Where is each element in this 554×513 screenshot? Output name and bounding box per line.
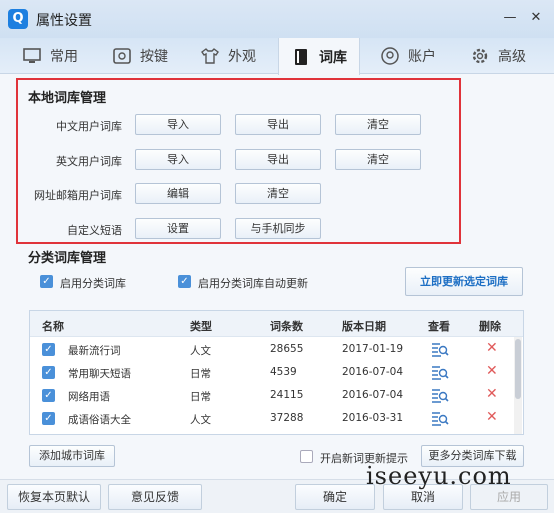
- feedback-button[interactable]: 意见反馈: [108, 484, 202, 510]
- row-checkbox[interactable]: ✓: [42, 343, 55, 356]
- row-type: 人文: [190, 345, 211, 357]
- minimize-button[interactable]: —: [502, 10, 518, 25]
- scroll-thumb[interactable]: [515, 339, 521, 399]
- row-count: 37288: [270, 412, 304, 424]
- row-type: 人文: [190, 414, 211, 426]
- monitor-icon: [23, 48, 41, 63]
- view-icon[interactable]: [431, 365, 449, 380]
- tab-bar: 常用 按键 外观 词库 账户 高级: [0, 38, 554, 75]
- row-label-custom-phrase: 自定义短语: [67, 224, 122, 237]
- row-count: 28655: [270, 343, 304, 355]
- category-table: 名称 类型 词条数 版本日期 查看 删除 ✓ 最新流行词 人文 28655 20…: [29, 310, 524, 435]
- row-label-url-email: 网址邮箱用户词库: [34, 189, 122, 202]
- table-row[interactable]: ✓ 网络用语 日常 24115 2016-07-04 ✕: [30, 384, 510, 407]
- col-view: 查看: [428, 320, 450, 333]
- category-dict-title: 分类词库管理: [28, 251, 107, 266]
- import-english-button[interactable]: 导入: [135, 149, 221, 170]
- enable-category-checkbox[interactable]: ✓: [40, 275, 53, 288]
- row-checkbox[interactable]: ✓: [42, 389, 55, 402]
- export-english-button[interactable]: 导出: [235, 149, 321, 170]
- watermark-text: iseeyu.com: [366, 462, 512, 490]
- tab-label: 账户: [408, 49, 436, 65]
- view-icon[interactable]: [431, 411, 449, 426]
- col-count: 词条数: [270, 320, 303, 333]
- table-header: 名称 类型 词条数 版本日期 查看 删除: [30, 311, 523, 337]
- tab-label: 词库: [319, 49, 347, 66]
- ok-button[interactable]: 确定: [295, 484, 375, 510]
- new-word-tip-checkbox[interactable]: [300, 450, 313, 463]
- delete-icon[interactable]: ✕: [486, 363, 498, 379]
- tab-label: 按键: [140, 49, 168, 65]
- export-chinese-button[interactable]: 导出: [235, 114, 321, 135]
- row-date: 2016-07-04: [342, 389, 404, 401]
- row-name: 成语俗语大全: [68, 414, 131, 426]
- update-now-button[interactable]: 立即更新选定词库: [405, 267, 523, 296]
- col-name: 名称: [42, 320, 64, 333]
- keyboard-icon: [113, 48, 131, 64]
- auto-update-label: 启用分类词库自动更新: [198, 277, 308, 290]
- clear-url-button[interactable]: 清空: [235, 183, 321, 204]
- tab-label: 常用: [50, 49, 78, 65]
- edit-url-button[interactable]: 编辑: [135, 183, 221, 204]
- table-row[interactable]: ✓ 最新流行词 人文 28655 2017-01-19 ✕: [30, 338, 510, 361]
- row-name: 网络用语: [68, 391, 110, 403]
- account-icon: [381, 47, 399, 65]
- clear-chinese-button[interactable]: 清空: [335, 114, 421, 135]
- row-date: 2016-03-31: [342, 412, 404, 424]
- tab-general[interactable]: 常用: [22, 38, 78, 74]
- col-type: 类型: [190, 320, 212, 333]
- gear-icon: [472, 48, 488, 64]
- sync-phone-button[interactable]: 与手机同步: [235, 218, 321, 239]
- view-icon[interactable]: [431, 342, 449, 357]
- tab-label: 外观: [228, 49, 256, 65]
- row-type: 日常: [190, 391, 211, 403]
- tab-label: 高级: [498, 49, 526, 65]
- table-row[interactable]: ✓ 成语俗语大全 人文 37288 2016-03-31 ✕: [30, 407, 510, 430]
- add-city-dict-button[interactable]: 添加城市词库: [29, 445, 115, 467]
- row-count: 24115: [270, 389, 304, 401]
- window-title: 属性设置: [36, 13, 92, 29]
- tab-appearance[interactable]: 外观: [200, 38, 256, 74]
- row-date: 2016-07-04: [342, 366, 404, 378]
- row-checkbox[interactable]: ✓: [42, 366, 55, 379]
- delete-icon[interactable]: ✕: [486, 386, 498, 402]
- table-scrollbar[interactable]: [514, 337, 522, 434]
- title-bar: Q 属性设置 — ✕: [0, 0, 554, 38]
- clear-english-button[interactable]: 清空: [335, 149, 421, 170]
- app-logo-icon: Q: [8, 9, 28, 29]
- table-row[interactable]: ✓ 常用聊天短语 日常 4539 2016-07-04 ✕: [30, 361, 510, 384]
- row-name: 最新流行词: [68, 345, 121, 357]
- enable-category-label: 启用分类词库: [60, 277, 126, 290]
- shirt-icon: [201, 48, 219, 64]
- book-icon: [295, 48, 307, 65]
- view-icon[interactable]: [431, 388, 449, 403]
- col-date: 版本日期: [342, 320, 386, 333]
- import-chinese-button[interactable]: 导入: [135, 114, 221, 135]
- restore-defaults-button[interactable]: 恢复本页默认: [7, 484, 101, 510]
- auto-update-checkbox[interactable]: ✓: [178, 275, 191, 288]
- local-dict-title: 本地词库管理: [28, 91, 107, 106]
- row-type: 日常: [190, 368, 211, 380]
- custom-phrase-settings-button[interactable]: 设置: [135, 218, 221, 239]
- delete-icon[interactable]: ✕: [486, 409, 498, 425]
- row-count: 4539: [270, 366, 297, 378]
- tab-advanced[interactable]: 高级: [470, 38, 526, 74]
- col-delete: 删除: [479, 320, 501, 333]
- row-label-english: 英文用户词库: [56, 155, 122, 168]
- close-button[interactable]: ✕: [528, 10, 544, 25]
- tab-account[interactable]: 账户: [380, 38, 436, 74]
- row-checkbox[interactable]: ✓: [42, 412, 55, 425]
- tab-keys[interactable]: 按键: [112, 38, 168, 74]
- row-date: 2017-01-19: [342, 343, 404, 355]
- delete-icon[interactable]: ✕: [486, 340, 498, 356]
- row-label-chinese: 中文用户词库: [56, 120, 122, 133]
- row-name: 常用聊天短语: [68, 368, 131, 380]
- tab-dictionary[interactable]: 词库: [278, 38, 360, 75]
